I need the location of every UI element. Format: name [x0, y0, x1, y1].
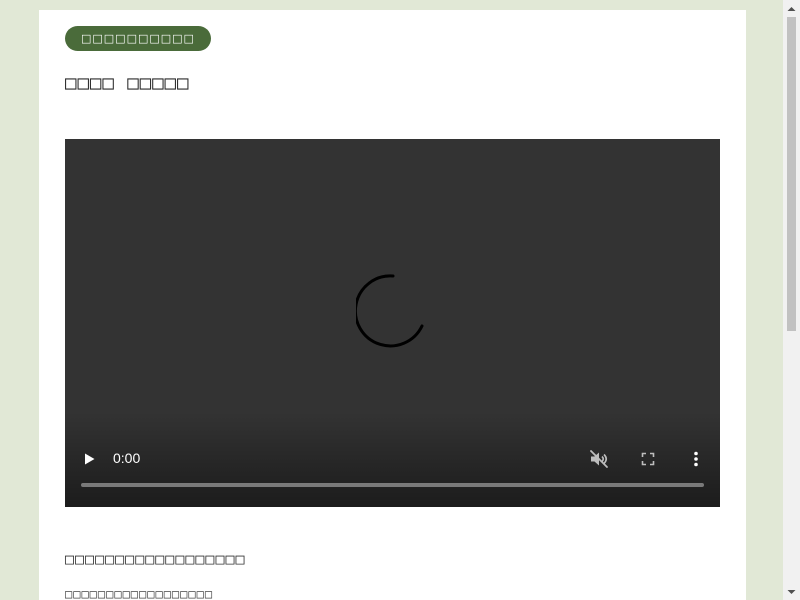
category-badge[interactable]: □□□□□□□□□□ — [65, 26, 211, 51]
controls-gradient — [65, 412, 720, 507]
section-heading: □□□□□□□□□□□□□□□□□□ — [65, 550, 246, 568]
fullscreen-icon — [641, 452, 655, 466]
mute-button[interactable] — [587, 447, 611, 471]
video-progress-bar[interactable] — [81, 483, 704, 487]
section-subtext: □□□□□□□□□□□□□□□□□□ — [65, 587, 214, 600]
content-card: □□□□□□□□□□ □□□□ □□□□□ 0:00 □□□□□□□□□□□□□… — [39, 10, 746, 600]
loading-spinner-icon — [356, 274, 424, 348]
more-options-button[interactable] — [684, 447, 708, 471]
volume-off-icon — [590, 450, 608, 468]
video-player[interactable]: 0:00 — [65, 139, 720, 507]
play-button[interactable] — [77, 447, 101, 471]
scroll-up-arrow-icon[interactable] — [783, 0, 800, 17]
scroll-down-arrow-icon[interactable] — [783, 583, 800, 600]
page-title: □□□□ □□□□□ — [65, 72, 190, 94]
more-vertical-icon — [694, 451, 698, 467]
current-time: 0:00 — [113, 450, 141, 466]
scrollbar-thumb[interactable] — [787, 17, 796, 331]
play-icon — [85, 453, 95, 465]
fullscreen-button[interactable] — [636, 447, 660, 471]
vertical-scrollbar[interactable] — [783, 0, 800, 600]
